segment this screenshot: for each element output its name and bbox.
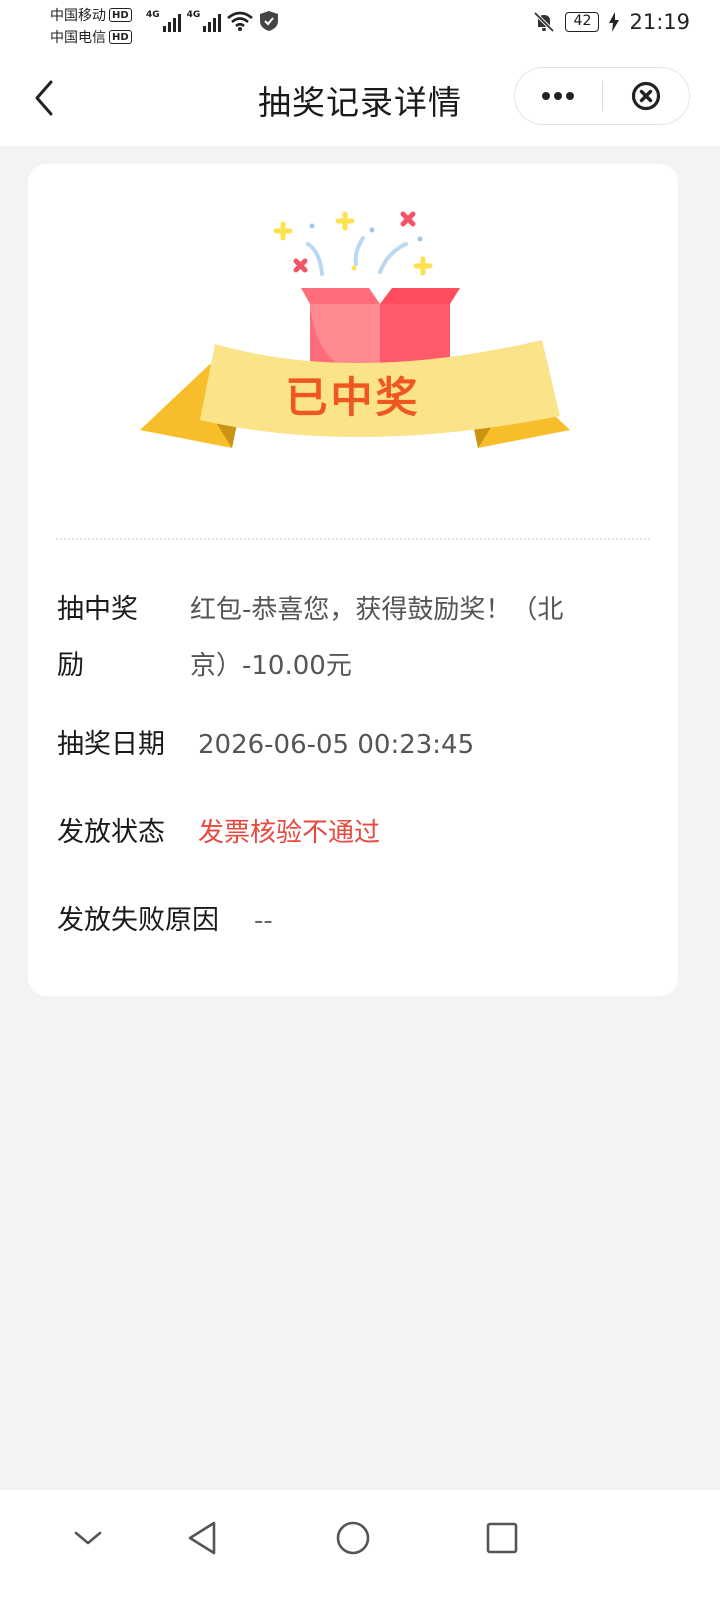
reward-label: 抽中奖励 <box>57 594 138 681</box>
battery-level: 42 <box>565 12 600 32</box>
system-nav-bar <box>0 1490 720 1600</box>
status-right: 42 21:19 <box>533 10 690 34</box>
draw-date-value: 2026-06-05 00:23:45 <box>198 730 475 760</box>
network-type: 4G <box>186 10 201 20</box>
recents-button[interactable] <box>472 1508 532 1568</box>
collapse-icon <box>74 1531 102 1545</box>
carrier-info: 中国移动 HD 中国电信 HD <box>50 4 132 48</box>
divider <box>56 538 650 540</box>
signal-icon: 4G <box>187 10 222 32</box>
system-back-button[interactable] <box>172 1508 232 1568</box>
charging-icon <box>609 12 620 32</box>
signal-indicators: 4G 4G <box>146 10 279 32</box>
carrier-2: 中国电信 HD <box>50 26 132 48</box>
more-dots-icon <box>542 92 574 100</box>
nav-bar: 抽奖记录详情 <box>0 50 720 146</box>
hd-badge: HD <box>109 30 132 44</box>
carrier-1: 中国移动 HD <box>50 4 132 26</box>
mini-program-capsule <box>514 67 690 125</box>
carrier-2-name: 中国电信 <box>50 30 106 46</box>
issue-status-label: 发放状态 <box>57 817 165 848</box>
draw-date-label: 抽奖日期 <box>57 729 165 760</box>
prize-detail-card: 已中奖 抽中奖励 红包-恭喜您，获得鼓励奖！（北京）-10.00元 抽奖日期 2… <box>28 164 678 996</box>
reward-value: 红包-恭喜您，获得鼓励奖！（北京）-10.00元 <box>190 595 564 681</box>
close-button[interactable] <box>603 68 689 124</box>
back-triangle-icon <box>188 1521 216 1555</box>
close-circle-icon <box>631 81 661 111</box>
carrier-1-name: 中国移动 <box>50 8 106 24</box>
more-button[interactable] <box>515 68 601 124</box>
recents-square-icon <box>486 1522 518 1554</box>
shield-icon <box>260 11 279 31</box>
home-button[interactable] <box>323 1508 383 1568</box>
network-type: 4G <box>146 10 160 20</box>
prize-status-banner: 已中奖 <box>285 373 421 422</box>
bell-off-icon <box>534 11 555 33</box>
hd-badge: HD <box>109 8 132 22</box>
collapse-button[interactable] <box>58 1508 118 1568</box>
issue-status-value: 发票核验不通过 <box>198 818 381 848</box>
home-circle-icon <box>336 1521 370 1555</box>
wifi-icon <box>227 11 254 31</box>
failure-reason-value: -- <box>254 906 273 936</box>
signal-icon: 4G <box>146 10 181 32</box>
clock: 21:19 <box>629 10 690 34</box>
failure-reason-label: 发放失败原因 <box>57 905 219 936</box>
status-bar: 中国移动 HD 中国电信 HD 4G 4G 42 21:19 <box>0 0 720 50</box>
gift-box-illustration <box>140 211 570 448</box>
